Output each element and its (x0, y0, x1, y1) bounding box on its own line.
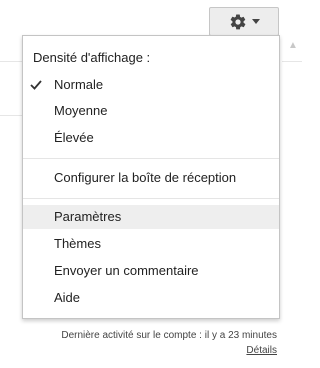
themes-label: Thèmes (54, 236, 101, 251)
settings-dropdown-menu: Densité d'affichage : Normale Moyenne Él… (22, 35, 280, 319)
chevron-down-icon (251, 19, 260, 24)
density-option-normal[interactable]: Normale (23, 73, 279, 97)
help-item[interactable]: Aide (23, 286, 279, 310)
last-activity-text: Dernière activité sur le compte : il y a… (61, 330, 277, 341)
menu-separator (23, 158, 279, 159)
configure-inbox-item[interactable]: Configurer la boîte de réception (23, 166, 279, 190)
density-option-label: Moyenne (54, 103, 108, 118)
configure-inbox-label: Configurer la boîte de réception (54, 170, 237, 185)
settings-item[interactable]: Paramètres (23, 205, 279, 229)
density-option-high[interactable]: Élevée (23, 126, 279, 150)
density-option-label: Normale (54, 77, 104, 92)
density-option-label: Élevée (54, 130, 94, 145)
menu-separator (23, 198, 279, 199)
settings-button[interactable] (209, 7, 279, 36)
scroll-up-icon: ▲ (288, 40, 298, 51)
page: ▲ Densité d'affichage : Normale Moyenne … (0, 0, 302, 368)
gear-icon (230, 13, 245, 29)
density-option-medium[interactable]: Moyenne (23, 99, 279, 123)
details-link[interactable]: Détails (246, 345, 277, 356)
help-label: Aide (54, 290, 81, 305)
background-divider (0, 61, 22, 62)
send-feedback-item[interactable]: Envoyer un commentaire (23, 259, 279, 283)
send-feedback-label: Envoyer un commentaire (54, 263, 199, 278)
density-header: Densité d'affichage : (33, 50, 151, 65)
checkmark-icon (30, 73, 44, 97)
themes-item[interactable]: Thèmes (23, 232, 279, 256)
background-divider (0, 115, 22, 116)
settings-label: Paramètres (54, 209, 122, 224)
